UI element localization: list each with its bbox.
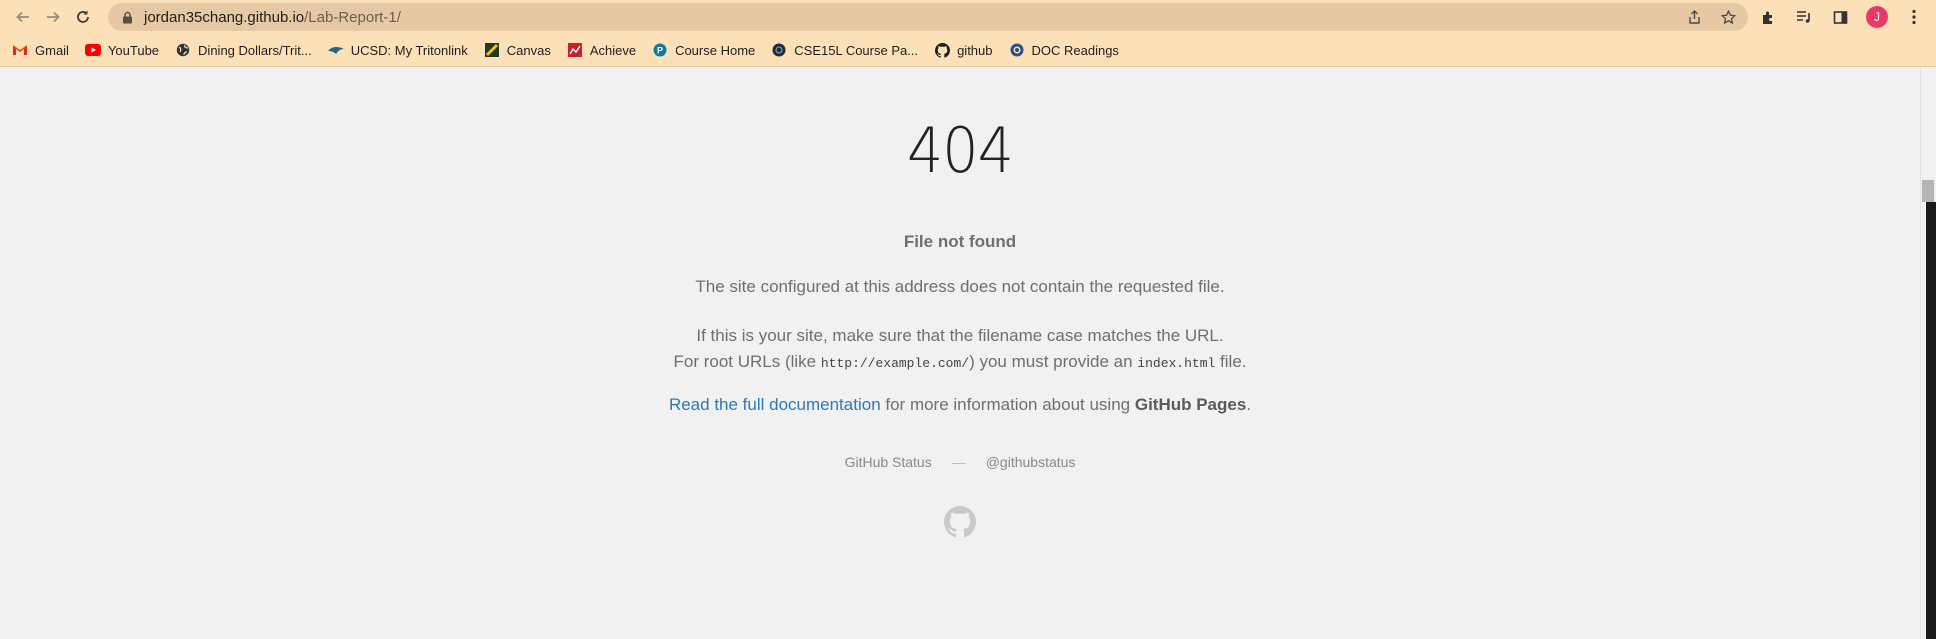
address-bar[interactable]: jordan35chang.github.io/Lab-Report-1/: [108, 3, 1748, 31]
github-status-link[interactable]: GitHub Status: [845, 454, 932, 470]
more-menu-icon[interactable]: [1904, 7, 1924, 27]
documentation-end: .: [1246, 395, 1252, 414]
error-description: The site configured at this address does…: [695, 277, 1225, 296]
bookmark-gmail[interactable]: Gmail: [12, 42, 69, 58]
footer-links: GitHub Status — @githubstatus: [0, 454, 1920, 470]
bookmark-github[interactable]: github: [934, 42, 993, 58]
bookmark-cse15l[interactable]: CSE15L Course Pa...: [771, 42, 918, 58]
media-control-icon[interactable]: [1794, 7, 1814, 27]
documentation-note: Read the full documentation for more inf…: [0, 395, 1920, 415]
pearson-icon: P: [652, 42, 668, 58]
bookmark-achieve[interactable]: Achieve: [567, 42, 636, 58]
bookmark-label: Course Home: [675, 42, 756, 58]
gmail-icon: [12, 42, 28, 58]
bookmark-tritonlink[interactable]: UCSD: My Tritonlink: [327, 42, 468, 58]
share-icon[interactable]: [1684, 7, 1704, 27]
doc-icon: [1009, 42, 1025, 58]
bookmark-youtube[interactable]: YouTube: [84, 42, 160, 58]
bookmark-label: DOC Readings: [1031, 42, 1119, 58]
url-text[interactable]: jordan35chang.github.io/Lab-Report-1/: [144, 9, 401, 26]
url-path: /Lab-Report-1/: [304, 8, 401, 26]
globe-icon: [175, 42, 191, 58]
bookmark-dining-dollars[interactable]: Dining Dollars/Trit...: [175, 42, 312, 58]
triton-icon: [327, 42, 344, 58]
github-octocat-icon[interactable]: [944, 506, 976, 538]
hint-line-1: If this is your site, make sure that the…: [696, 326, 1224, 345]
bookmark-course-home[interactable]: P Course Home: [652, 42, 755, 58]
bookmark-label: UCSD: My Tritonlink: [350, 42, 468, 58]
browser-toolbar: jordan35chang.github.io/Lab-Report-1/ J: [0, 0, 1936, 34]
documentation-link[interactable]: Read the full documentation: [669, 395, 881, 414]
bookmark-canvas[interactable]: Canvas: [484, 42, 551, 58]
error-code: 404: [906, 114, 1014, 187]
error-hint: If this is your site, make sure that the…: [0, 323, 1920, 377]
youtube-icon: [84, 42, 101, 58]
bookmark-label: Dining Dollars/Trit...: [198, 42, 312, 58]
url-host: jordan35chang.github.io: [144, 8, 305, 26]
arrow-left-icon: [16, 11, 29, 23]
reload-button[interactable]: [68, 2, 98, 32]
bookmark-label: YouTube: [107, 42, 160, 58]
side-panel-icon[interactable]: [1830, 7, 1850, 27]
bookmark-label: CSE15L Course Pa...: [794, 42, 919, 58]
reload-icon: [77, 10, 89, 23]
footer-separator: —: [951, 454, 966, 470]
background-window-edge: [1926, 202, 1936, 639]
star-icon[interactable]: [1718, 7, 1738, 27]
bookmark-label: Gmail: [35, 42, 69, 58]
github-icon: [934, 42, 950, 58]
canvas-icon: [484, 42, 500, 58]
back-button[interactable]: [8, 2, 38, 32]
cse-icon: [771, 42, 787, 58]
hint-line-2a: For root URLs (like: [673, 352, 821, 371]
svg-text:P: P: [657, 46, 663, 56]
bookmark-label: github: [957, 42, 993, 58]
example-url-code: http://example.com/: [820, 356, 970, 371]
bookmark-label: Achieve: [589, 42, 637, 58]
bookmark-doc-readings[interactable]: DOC Readings: [1009, 42, 1119, 58]
hint-line-2b: ) you must provide an: [969, 352, 1138, 371]
forward-button[interactable]: [38, 2, 68, 32]
achieve-icon: [567, 42, 583, 58]
github-pages-label: GitHub Pages: [1134, 395, 1247, 414]
extensions-icon[interactable]: [1758, 7, 1778, 27]
profile-avatar[interactable]: J: [1866, 6, 1888, 28]
githubstatus-twitter-link[interactable]: @githubstatus: [986, 454, 1076, 470]
error-title: File not found: [903, 232, 1017, 251]
index-html-code: index.html: [1137, 356, 1216, 371]
bookmark-label: Canvas: [506, 42, 551, 58]
bookmarks-bar: Gmail YouTube Dining Dollars/Trit... UCS…: [0, 34, 1936, 67]
arrow-right-icon: [47, 11, 60, 23]
scrollbar-thumb[interactable]: [1922, 180, 1934, 202]
lock-icon[interactable]: [120, 10, 134, 24]
hint-line-2c: file.: [1215, 352, 1247, 371]
github-pages-404: 404 File not found The site configured a…: [0, 68, 1920, 639]
documentation-mid-text: for more information about using: [880, 395, 1135, 414]
